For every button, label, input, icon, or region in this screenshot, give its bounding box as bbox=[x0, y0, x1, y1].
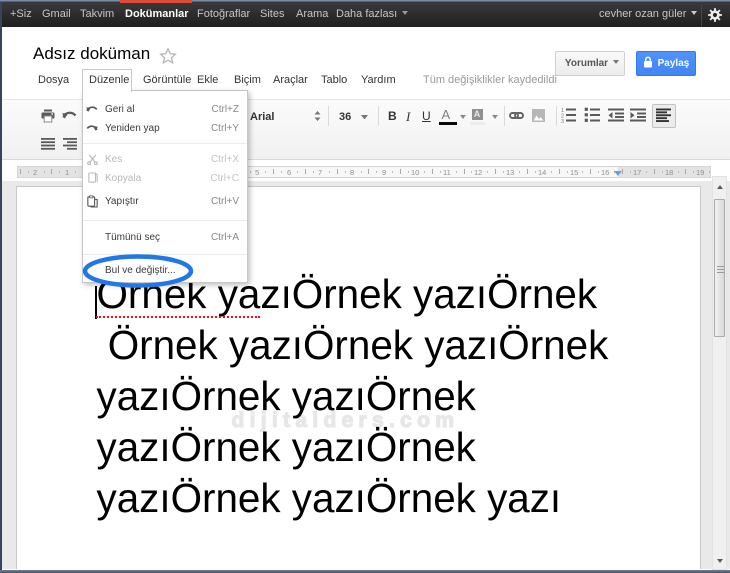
svg-text:3: 3 bbox=[561, 119, 564, 123]
